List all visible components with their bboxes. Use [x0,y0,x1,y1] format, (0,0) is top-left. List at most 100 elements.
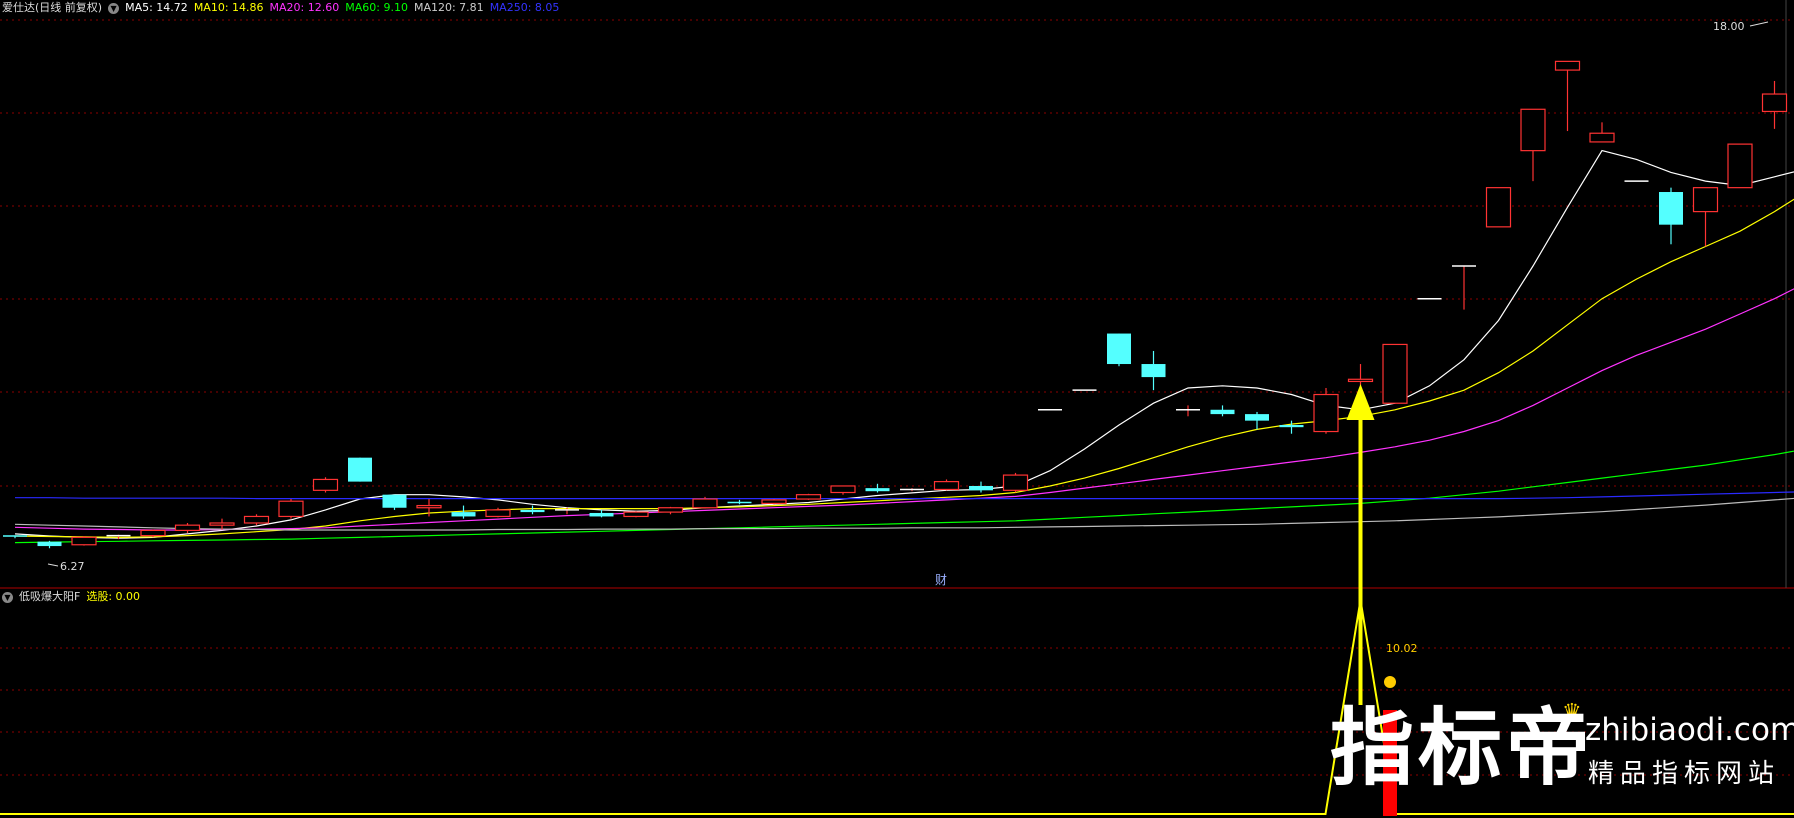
candle [1210,405,1235,417]
candle [243,514,270,526]
candle [37,540,62,549]
ma60-label: MA60: 9.10 [345,1,408,14]
candle-body [1002,474,1029,491]
ma-line-ma10 [14,198,1794,539]
watermark-logo: 指标帝 [1330,699,1595,797]
candle-body [1761,93,1788,113]
candle [451,505,476,519]
candle-body [1659,192,1683,225]
candle [1002,472,1029,493]
low-price-label: 6.27 [60,560,85,573]
indicator-header: ▼ 低吸爆大阳F 选股: 0.00 [2,590,146,604]
candle-body [243,515,270,524]
indicator-value: 选股: 0.00 [86,590,141,603]
candle [727,499,752,505]
candle [657,506,684,515]
candle [278,499,304,519]
candle [1520,108,1546,182]
collapse-icon[interactable]: ▼ [2,591,13,603]
candle-body [1279,425,1304,428]
candle-body [1692,187,1719,213]
candle [1554,60,1581,132]
signal-arrow-head [1346,384,1375,420]
candle [382,494,407,510]
ma-line-ma5 [14,149,1794,539]
watermark-subtitle: 精品指标网站 [1588,759,1781,789]
candle [1659,187,1683,245]
candle-body [278,500,304,518]
candle [1589,122,1615,143]
candle [623,511,649,518]
signal-value-label: 10.02 [1386,642,1418,655]
candle-body [520,509,545,513]
candle [830,485,856,495]
candle-body [1245,414,1269,421]
candle-body [1141,364,1166,378]
cai-marker: 财 [935,573,947,587]
candle-body [1520,108,1546,152]
low-pointer [47,563,59,567]
candle [1727,143,1753,189]
main-chart-header: 爱仕达(日线 前复权) ▼ MA5: 14.72 MA10: 14.86 MA20: 1… [2,1,565,15]
candle [1176,405,1200,417]
smiley-icon [1384,676,1396,688]
stock-title: 爱仕达(日线 前复权) [2,1,103,14]
candle [209,518,235,530]
candle [1347,364,1374,386]
candle [1245,411,1269,430]
high-price-label: 18.00 [1713,20,1745,33]
candle-body [1727,143,1753,189]
collapse-icon[interactable]: ▼ [108,2,120,14]
candle-body [1107,333,1131,365]
candle-body [1589,132,1615,143]
candle [312,477,339,493]
indicator-title: 低吸爆大阳F [19,590,81,603]
candle-body [692,498,718,509]
candle [520,505,545,515]
candle [3,535,27,539]
candle [589,509,614,518]
candle-body [312,478,339,491]
ma20-label: MA20: 12.60 [269,1,340,14]
candle [174,522,201,533]
ma5-label: MA5: 14.72 [125,1,188,14]
ma-line-ma250 [15,491,1794,500]
candle-body [416,504,442,509]
ma120-label: MA120: 7.81 [413,1,484,14]
candle-body [589,512,614,517]
candle-body [382,494,407,508]
candle [692,496,718,509]
candle-body [140,529,166,537]
candle [969,481,993,493]
candle-body [485,509,511,518]
ma-line-ma20 [14,288,1794,531]
candle-body [1347,378,1374,383]
candle-body [795,494,822,500]
candle [1485,187,1512,228]
candle-body [37,541,62,547]
candle-body [657,507,684,513]
candle-body [761,499,787,504]
candle-body [174,524,201,531]
candle-body [1313,393,1339,433]
candle [348,457,372,482]
candle-body [209,522,235,526]
kline-chart[interactable]: 18.00 6.27 财 10.02 [0,0,1794,818]
candle-body [1485,187,1512,228]
candle [140,529,166,538]
candle [1761,80,1788,129]
watermark-url: zhibiaodi.com [1585,712,1794,748]
candle-body [969,485,993,491]
ma10-label: MA10: 14.86 [193,1,264,14]
candle [1382,343,1408,404]
candle [900,488,924,492]
candle-body [348,457,372,482]
candle-body [1554,60,1581,71]
candle-body [71,536,97,546]
candle-body [1210,409,1235,415]
candle-body [865,488,890,492]
candle-body [451,512,476,517]
candle [795,493,822,500]
candle [1692,187,1719,247]
candle [1279,420,1304,434]
